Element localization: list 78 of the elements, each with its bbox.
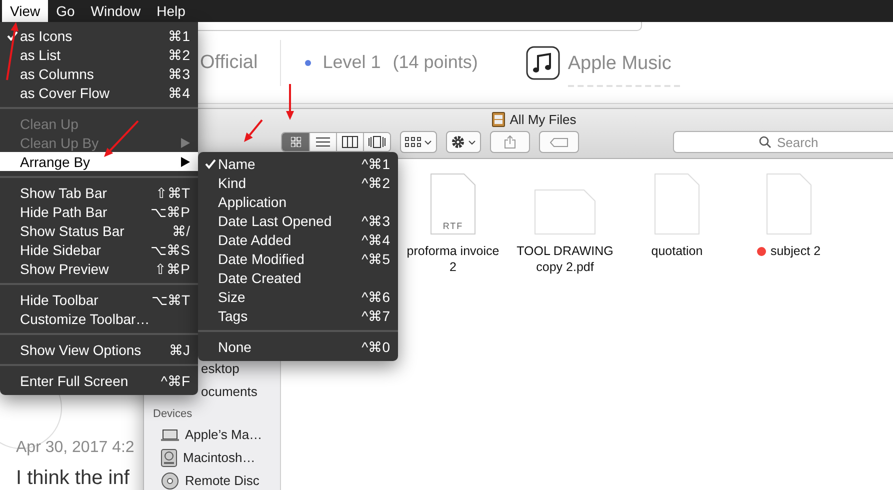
post-text: I think the inf [16, 467, 130, 490]
view-mode-button[interactable] [309, 133, 336, 151]
menu-item[interactable]: Date Added ^⌘4 [198, 230, 398, 249]
menu-item[interactable]: Show Status Bar ⌘/ [0, 221, 198, 240]
arrange-button[interactable] [400, 131, 437, 153]
view-mode-button[interactable] [282, 133, 309, 151]
list-icon [316, 137, 330, 147]
file-name[interactable]: quotation [651, 243, 703, 259]
sidebar-item[interactable]: Macintosh… [183, 450, 256, 465]
cover-flow-icon [368, 136, 386, 148]
hard-drive-icon [161, 448, 177, 466]
menu-item[interactable]: Show View Options ⌘J [0, 340, 198, 359]
share-icon [504, 135, 516, 149]
menu-item[interactable]: Show Tab Bar ⇧⌘T [0, 183, 198, 202]
menu-item[interactable]: as List ⌘2 [0, 45, 198, 64]
view-mode-control[interactable] [281, 132, 391, 152]
search-input[interactable]: Search [775, 134, 829, 150]
chevron-icon [468, 140, 476, 144]
grid-icon [405, 137, 421, 147]
menu-item[interactable]: None ^⌘0 [198, 337, 398, 356]
menu-item[interactable]: Tags ^⌘7 [198, 306, 398, 325]
file-cabinet-icon [492, 112, 505, 127]
app-name: Apple Music [568, 52, 672, 74]
document-icon [654, 173, 700, 235]
menu-item[interactable]: Date Last Opened ^⌘3 [198, 211, 398, 230]
menu-title[interactable]: Go [48, 0, 83, 22]
menu-item[interactable]: Application [198, 192, 398, 211]
window-title: All My Files [510, 112, 576, 127]
menu-item[interactable]: Hide Path Bar ⌥⌘P [0, 202, 198, 221]
columns-icon [342, 136, 358, 148]
menu-item[interactable]: Name ^⌘1 [198, 154, 398, 173]
menu-item[interactable]: as Columns ⌘3 [0, 64, 198, 83]
level-label: Level 1 [322, 52, 381, 73]
bullet-icon [304, 60, 311, 66]
annotation-arrow [104, 120, 139, 157]
menu-title[interactable]: View [2, 0, 48, 22]
annotation-arrow [286, 84, 294, 120]
menu-item[interactable]: Hide Toolbar ⌥⌘T [0, 290, 198, 309]
post-date: Apr 30, 2017 4:2 [16, 439, 134, 457]
menu-item[interactable]: Size ^⌘6 [198, 287, 398, 306]
search-bar[interactable]: Search [673, 131, 893, 153]
menu-item[interactable]: Show Preview ⇧⌘P [0, 259, 198, 278]
menu-item[interactable]: Kind ^⌘2 [198, 173, 398, 192]
points-label: (14 points) [392, 52, 478, 73]
menu-title[interactable]: Window [82, 0, 149, 22]
view-mode-button[interactable] [336, 133, 363, 151]
menu-item[interactable]: as Cover Flow ⌘4 [0, 83, 198, 102]
sidebar-heading: Devices [152, 407, 194, 422]
annotation-arrow [244, 119, 263, 142]
menu-item[interactable]: Date Created [198, 268, 398, 287]
menu-item[interactable]: Date Modified ^⌘5 [198, 249, 398, 268]
document-icon [534, 189, 596, 235]
menu-title[interactable]: Help [148, 0, 194, 22]
laptop-icon [161, 428, 179, 440]
file-name[interactable]: proforma invoice 2 [403, 243, 503, 275]
search-icon [759, 136, 771, 148]
menu-item[interactable]: Arrange By [0, 152, 198, 171]
sidebar-item[interactable]: Remote Disc [185, 473, 260, 488]
menu-item[interactable]: Customize Toolbar… [0, 309, 198, 328]
gear-icon [451, 135, 465, 149]
file-name[interactable]: TOOL DRAWING copy 2.pdf [515, 243, 615, 275]
tag-icon [550, 138, 568, 146]
share-button[interactable] [490, 131, 530, 153]
menu-item[interactable]: Enter Full Screen ^⌘F [0, 371, 198, 390]
tag-button[interactable] [539, 131, 579, 153]
document-icon [766, 173, 812, 235]
grid-icon [290, 137, 300, 147]
chevron-icon [424, 140, 432, 144]
view-mode-button[interactable] [363, 133, 390, 151]
menu-item[interactable]: Hide Sidebar ⌥⌘S [0, 240, 198, 259]
document-icon: RTF [430, 173, 476, 235]
header-text: Official [200, 40, 281, 86]
sidebar-item[interactable]: Apple’s Ma… [185, 427, 262, 442]
action-button[interactable] [446, 131, 481, 153]
annotation-arrow [6, 22, 19, 80]
music-note-icon [526, 46, 560, 80]
file-name[interactable]: subject 2 [770, 243, 821, 259]
menu-item[interactable]: as Icons ⌘1 [0, 26, 198, 45]
